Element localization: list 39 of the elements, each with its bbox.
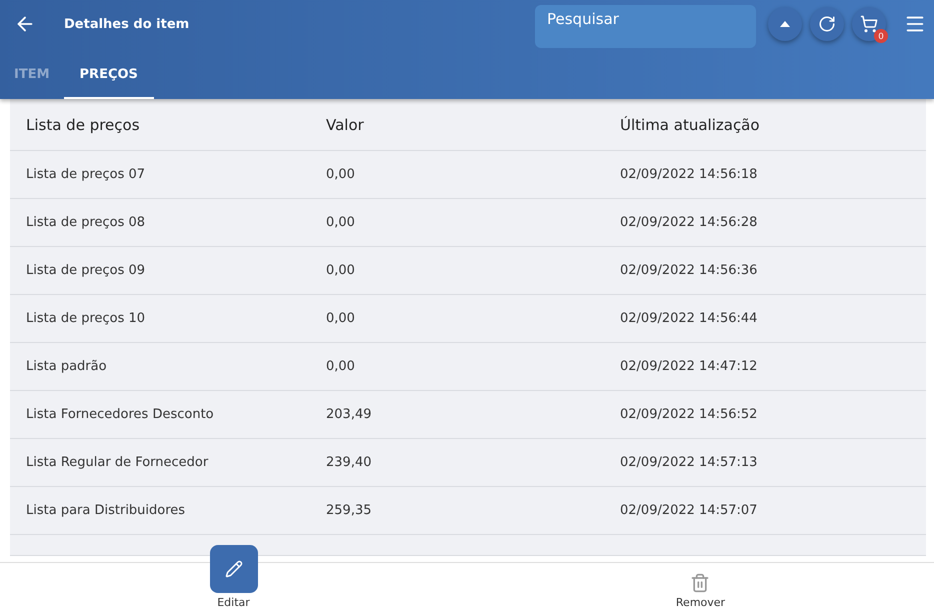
table-cell-text: 02/09/2022 14:57:07 [620, 503, 758, 518]
column-header: Valor [326, 116, 365, 134]
table-cell-text: Lista para Distribuidores [26, 503, 186, 518]
cart-button[interactable]: 0 [852, 7, 886, 41]
table-cell-text: 0,00 [326, 263, 356, 278]
table-cell-text: 0,00 [326, 167, 356, 182]
search-field[interactable]: Pesquisar [535, 4, 756, 48]
table-cell-text: Lista Fornecedores Desconto [26, 407, 215, 422]
trash-icon [690, 573, 710, 593]
refresh-icon [818, 15, 836, 33]
table-cell-text: 02/09/2022 14:56:36 [620, 263, 758, 278]
table-cell-text: 239,40 [326, 455, 372, 470]
caret-up-icon [780, 21, 790, 27]
table-cell-text: 02/09/2022 14:56:44 [620, 311, 758, 326]
table-cell-text: Lista de preços 10 [26, 311, 146, 326]
table-cell-text: 02/09/2022 14:56:52 [620, 407, 758, 422]
table-cell-text: 0,00 [326, 359, 356, 374]
column-header: Última atualização [620, 116, 761, 134]
table-cell-text: 02/09/2022 14:56:18 [620, 167, 758, 182]
collapse-button[interactable] [768, 7, 802, 41]
table-cell-text: 259,35 [326, 503, 372, 518]
table-cell-text: 0,00 [326, 311, 356, 326]
table-cell-text: Lista de preços 08 [26, 215, 146, 230]
table-cell-text: 02/09/2022 14:47:12 [620, 359, 758, 374]
table-cell-text: Lista Regular de Fornecedor [26, 455, 210, 470]
table-cell-text: Lista de preços 07 [26, 167, 146, 182]
table-cell-text: 0,00 [326, 215, 356, 230]
page-title: Detalhes do item [64, 16, 190, 32]
table-cell-text: 02/09/2022 14:56:28 [620, 215, 758, 230]
table-cell-text: Lista padrão [26, 359, 108, 374]
refresh-button[interactable] [810, 7, 844, 41]
remove-button[interactable]: Remover [676, 545, 726, 613]
table-cell-text: Lista de preços 09 [26, 263, 146, 278]
table-cell-text: 203,49 [326, 407, 372, 422]
column-header: Lista de preços [26, 116, 141, 134]
edit-button[interactable]: Editar [210, 545, 258, 613]
table-cell-text: 02/09/2022 14:57:13 [620, 455, 758, 470]
cart-count: 0 [874, 29, 888, 43]
cart-icon [860, 15, 878, 33]
